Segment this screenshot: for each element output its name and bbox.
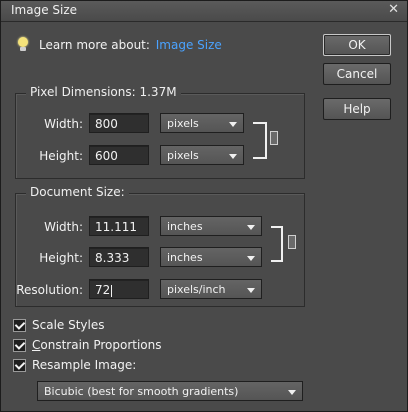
chevron-down-icon bbox=[247, 288, 255, 293]
pixel-width-unit: pixels bbox=[167, 117, 199, 130]
learn-more-prefix: Learn more about: bbox=[39, 38, 150, 52]
resample-image-label: Resample Image: bbox=[32, 358, 137, 372]
doc-width-unit: inches bbox=[167, 220, 203, 233]
cancel-button[interactable]: Cancel bbox=[323, 63, 391, 85]
document-size-legend: Document Size: bbox=[26, 185, 129, 199]
resolution-value: 72 bbox=[95, 283, 111, 297]
doc-width-unit-select[interactable]: inches bbox=[160, 216, 262, 236]
learn-more-row: Learn more about: Image Size bbox=[17, 37, 222, 53]
constrain-proportions-label: Constrain Proportions bbox=[32, 338, 162, 352]
doc-width-label: Width: bbox=[44, 220, 83, 234]
scale-styles-label: Scale Styles bbox=[32, 318, 105, 332]
constrain-proportions-checkbox[interactable]: Constrain Proportions bbox=[13, 338, 162, 352]
close-icon[interactable]: ✕ bbox=[388, 2, 399, 17]
pixel-height-input[interactable]: 600 bbox=[89, 145, 149, 165]
help-label: Help bbox=[343, 102, 371, 116]
checkmark-icon bbox=[14, 338, 26, 350]
pixel-height-label: Height: bbox=[39, 149, 83, 163]
resolution-unit: pixels/inch bbox=[167, 283, 226, 296]
pixel-height-unit-select[interactable]: pixels bbox=[160, 145, 244, 165]
chain-link-icon bbox=[288, 235, 296, 249]
chevron-down-icon bbox=[229, 122, 237, 127]
pixel-width-input[interactable]: 800 bbox=[89, 113, 149, 133]
resample-image-checkbox[interactable]: Resample Image: bbox=[13, 358, 136, 372]
dialog-title: Image Size bbox=[11, 3, 78, 17]
scale-styles-checkbox[interactable]: Scale Styles bbox=[13, 318, 105, 332]
text-caret bbox=[111, 284, 113, 297]
pixel-height-unit: pixels bbox=[167, 149, 199, 162]
resolution-label: Resolution: bbox=[16, 283, 83, 297]
pixel-dimensions-legend: Pixel Dimensions: 1.37M bbox=[26, 85, 181, 99]
chevron-down-icon bbox=[229, 154, 237, 159]
doc-height-label: Height: bbox=[39, 251, 83, 265]
doc-width-input[interactable]: 11.111 bbox=[89, 216, 149, 236]
chevron-down-icon bbox=[247, 225, 255, 230]
title-bar: Image Size ✕ bbox=[1, 1, 407, 22]
chain-link-icon bbox=[270, 131, 278, 145]
ok-button[interactable]: OK bbox=[323, 34, 391, 56]
chevron-down-icon bbox=[247, 256, 255, 261]
pixel-dimensions-title: Pixel Dimensions: bbox=[30, 85, 136, 99]
chevron-down-icon bbox=[288, 390, 296, 395]
doc-height-unit-select[interactable]: inches bbox=[160, 247, 262, 267]
resample-method-select[interactable]: Bicubic (best for smooth gradients) bbox=[37, 381, 303, 401]
checkbox-icon bbox=[13, 318, 26, 332]
resolution-input[interactable]: 72 bbox=[89, 279, 149, 299]
doc-height-input[interactable]: 8.333 bbox=[89, 247, 149, 267]
pixel-width-label: Width: bbox=[44, 117, 83, 131]
lightbulb-icon bbox=[17, 37, 29, 53]
link-bracket bbox=[253, 122, 267, 159]
pixel-dimensions-size: 1.37M bbox=[139, 85, 177, 99]
resample-method-value: Bicubic (best for smooth gradients) bbox=[44, 385, 239, 398]
checkbox-icon bbox=[13, 358, 26, 372]
help-button[interactable]: Help bbox=[323, 98, 391, 120]
image-size-dialog: Image Size ✕ Learn more about: Image Siz… bbox=[0, 0, 408, 412]
learn-more-link[interactable]: Image Size bbox=[156, 38, 222, 52]
learn-more-label: Learn more about: Image Size bbox=[39, 38, 222, 52]
checkbox-icon bbox=[13, 338, 26, 352]
checkmark-icon bbox=[14, 318, 26, 330]
checkmark-icon bbox=[14, 358, 26, 370]
resolution-unit-select[interactable]: pixels/inch bbox=[160, 279, 262, 299]
doc-height-unit: inches bbox=[167, 251, 203, 264]
link-bracket bbox=[271, 226, 283, 262]
pixel-width-unit-select[interactable]: pixels bbox=[160, 113, 244, 133]
